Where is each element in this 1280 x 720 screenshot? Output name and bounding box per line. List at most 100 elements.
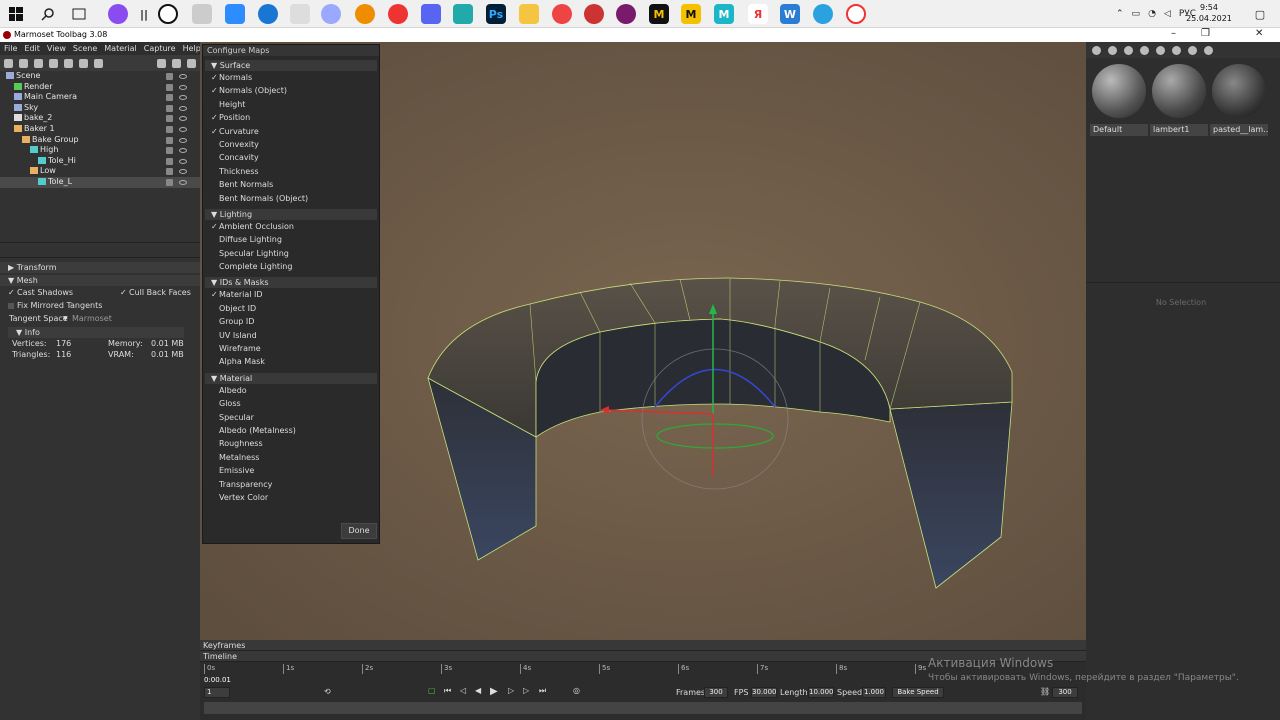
zoom-icon[interactable] bbox=[225, 4, 245, 24]
add-camera-icon[interactable] bbox=[34, 58, 43, 68]
eye-icon[interactable] bbox=[179, 158, 187, 164]
lock-icon[interactable] bbox=[166, 115, 173, 123]
gear-icon[interactable] bbox=[1204, 45, 1213, 55]
app-q-icon[interactable] bbox=[158, 4, 178, 24]
clock[interactable]: 9:54 25.04.2021 bbox=[1184, 2, 1234, 24]
record-icon[interactable]: ▢ bbox=[428, 686, 436, 695]
map-checkbox[interactable]: ✓ bbox=[211, 71, 218, 84]
folder-icon[interactable] bbox=[1140, 45, 1149, 55]
map-checkbox[interactable]: ✓ bbox=[211, 84, 218, 97]
minimize-icon[interactable]: – bbox=[1171, 28, 1176, 39]
tree-item[interactable]: Bake Group bbox=[0, 135, 200, 146]
app-red-icon[interactable] bbox=[388, 4, 408, 24]
lock-icon[interactable] bbox=[166, 157, 173, 165]
tree-item[interactable]: Tole_L bbox=[0, 176, 200, 188]
frames-input[interactable]: 300 bbox=[704, 687, 728, 698]
yandex-icon[interactable]: Я bbox=[748, 4, 768, 24]
map-item[interactable]: ✓ Ambient Occlusion bbox=[203, 220, 379, 233]
link-icon[interactable]: ⛓ bbox=[1040, 687, 1050, 696]
map-item[interactable]: UV Island bbox=[203, 329, 379, 342]
menu-material[interactable]: Material bbox=[104, 44, 137, 53]
map-item[interactable]: Diffuse Lighting bbox=[203, 233, 379, 246]
map-checkbox[interactable]: ✓ bbox=[211, 220, 218, 233]
eye-icon[interactable] bbox=[179, 126, 187, 132]
eye-icon[interactable] bbox=[179, 84, 187, 90]
lock-icon[interactable] bbox=[166, 147, 173, 155]
map-item[interactable]: Alpha Mask bbox=[203, 355, 379, 368]
tree-item[interactable]: Main Camera bbox=[0, 92, 200, 103]
app-icon[interactable] bbox=[192, 4, 212, 24]
blender-icon[interactable] bbox=[355, 4, 375, 24]
map-item[interactable]: Thickness bbox=[203, 165, 379, 178]
map-checkbox[interactable]: ✓ bbox=[211, 288, 218, 301]
info-section[interactable]: ▼ Info bbox=[8, 327, 184, 338]
prev-key-icon[interactable]: ◁ bbox=[460, 686, 466, 695]
map-item[interactable]: Roughness bbox=[203, 437, 379, 450]
add-sky-icon[interactable] bbox=[49, 58, 58, 68]
frame-input[interactable]: 1 bbox=[204, 687, 230, 698]
map-item[interactable]: Emissive bbox=[203, 464, 379, 477]
volume-icon[interactable]: ◁ bbox=[1164, 9, 1171, 19]
material-default[interactable]: Default bbox=[1090, 62, 1148, 136]
eye-icon[interactable] bbox=[179, 169, 187, 175]
map-item[interactable]: ✓ Material ID bbox=[203, 288, 379, 301]
map-item[interactable]: Group ID bbox=[203, 315, 379, 328]
eye-icon[interactable] bbox=[179, 74, 187, 79]
menu-edit[interactable]: Edit bbox=[24, 44, 40, 53]
lock-icon[interactable] bbox=[166, 136, 173, 144]
duplicate-material-icon[interactable] bbox=[1108, 45, 1117, 55]
map-item[interactable]: Object ID bbox=[203, 302, 379, 315]
material-tool-icon[interactable] bbox=[1124, 45, 1133, 55]
eye-icon[interactable] bbox=[179, 105, 187, 111]
restore-icon[interactable]: ❐ bbox=[1201, 28, 1210, 39]
alice-icon[interactable] bbox=[108, 4, 128, 24]
search-icon[interactable] bbox=[38, 4, 58, 24]
fps-input[interactable]: 30.000 bbox=[751, 687, 777, 698]
tree-item[interactable]: Sky bbox=[0, 103, 200, 114]
map-item[interactable]: Gloss bbox=[203, 397, 379, 410]
word-icon[interactable]: W bbox=[780, 4, 800, 24]
battery-icon[interactable]: ▭ bbox=[1132, 9, 1141, 19]
app-red2-icon[interactable] bbox=[584, 4, 604, 24]
app-purple-icon[interactable] bbox=[616, 4, 636, 24]
telegram-icon[interactable] bbox=[813, 4, 833, 24]
eye-icon[interactable] bbox=[179, 137, 187, 143]
marmoset-icon[interactable] bbox=[321, 4, 341, 24]
map-item[interactable]: ✓ Position bbox=[203, 111, 379, 124]
map-group-header[interactable]: ▼ Material bbox=[205, 372, 377, 384]
map-item[interactable]: ✓ Normals (Object) bbox=[203, 84, 379, 97]
new-folder-icon[interactable] bbox=[157, 58, 166, 68]
eye-icon[interactable] bbox=[179, 95, 187, 101]
map-item[interactable]: Complete Lighting bbox=[203, 260, 379, 273]
add-baker-icon[interactable] bbox=[79, 58, 88, 68]
menu-file[interactable]: File bbox=[4, 44, 17, 53]
chevron-down-icon[interactable]: ▼ bbox=[63, 312, 68, 325]
fix-mirrored-checkbox[interactable] bbox=[8, 303, 14, 309]
map-item[interactable]: Specular bbox=[203, 411, 379, 424]
notifications-icon[interactable]: ▢ bbox=[1250, 4, 1270, 24]
cast-shadows-checkbox[interactable]: ✓ bbox=[8, 286, 15, 299]
photoshop-icon[interactable]: Ps bbox=[486, 4, 506, 24]
map-item[interactable]: Wireframe bbox=[203, 342, 379, 355]
tree-item[interactable]: Low bbox=[0, 166, 200, 177]
app-m-teal-icon[interactable]: M bbox=[714, 4, 734, 24]
add-material-icon[interactable] bbox=[1092, 45, 1101, 55]
timeline-scrollbar[interactable] bbox=[204, 702, 1082, 714]
map-item[interactable]: Albedo bbox=[203, 384, 379, 397]
map-item[interactable]: Vertex Color bbox=[203, 491, 379, 504]
done-button[interactable]: Done bbox=[341, 523, 377, 539]
map-group-header[interactable]: ▼ Lighting bbox=[205, 208, 377, 220]
discord-icon[interactable] bbox=[421, 4, 441, 24]
eye-icon[interactable] bbox=[179, 116, 187, 122]
add-shadow-icon[interactable] bbox=[64, 58, 73, 68]
close-icon[interactable]: ✕ bbox=[1255, 28, 1263, 39]
folder-icon[interactable] bbox=[519, 4, 539, 24]
map-item[interactable]: Metalness bbox=[203, 451, 379, 464]
map-item[interactable]: ✓ Curvature bbox=[203, 125, 379, 138]
zbrush-icon[interactable] bbox=[290, 4, 310, 24]
tangent-space-select[interactable]: Marmoset bbox=[72, 312, 112, 325]
mesh-section[interactable]: ▼ Mesh bbox=[0, 275, 200, 286]
pause-icon[interactable]: || bbox=[134, 4, 154, 24]
lock-icon[interactable] bbox=[166, 83, 173, 91]
app-m-black-icon[interactable]: M bbox=[649, 4, 669, 24]
